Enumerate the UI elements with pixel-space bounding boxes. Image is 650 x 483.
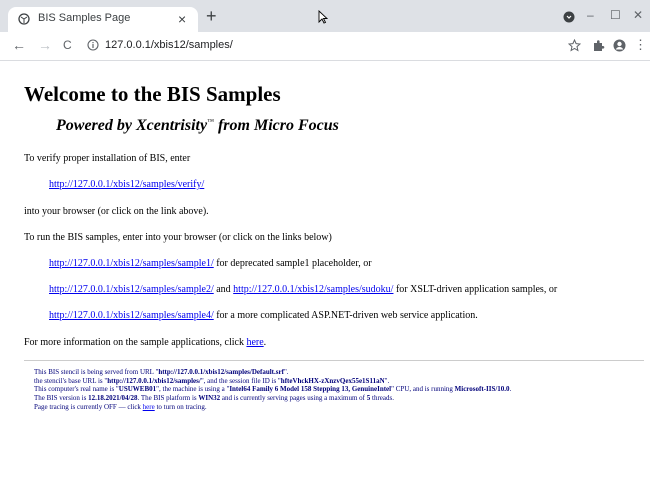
tab-search-icon[interactable] (563, 11, 575, 23)
footer-text: to turn on tracing. (154, 402, 207, 411)
footer-text: and is currently serving pages using a m… (220, 394, 367, 403)
verify-link[interactable]: http://127.0.0.1/xbis12/samples/verify/ (49, 179, 204, 190)
browser-tab[interactable]: BIS Samples Page × (8, 7, 198, 32)
sudoku-link[interactable]: http://127.0.0.1/xbis12/samples/sudoku/ (233, 284, 393, 295)
address-bar[interactable]: 127.0.0.1/xbis12/samples/ (105, 39, 233, 51)
tab-title: BIS Samples Page (38, 12, 131, 24)
verify-intro-text: To verify proper installation of BIS, en… (24, 153, 191, 164)
footer-text: This computer's real name is " (34, 385, 119, 394)
server-info-footer: This BIS stencil is being served from UR… (34, 368, 511, 412)
footer-text: ". (283, 368, 289, 376)
footer-text: This BIS stencil is being served from UR… (34, 368, 159, 376)
trademark-mark: ™ (207, 117, 214, 126)
footer-text: The BIS version is (34, 394, 89, 403)
cpu-name: Intel64 Family 6 Model 158 Stepping 13, … (229, 385, 392, 394)
bookmark-star-icon[interactable] (568, 39, 581, 52)
verify-after-text: into your browser (or click on the link … (24, 206, 209, 217)
run-intro-text: To run the BIS samples, enter into your … (24, 232, 332, 243)
sample4-desc: for a more complicated ASP.NET-driven we… (213, 310, 478, 321)
bis-platform: WIN32 (198, 394, 221, 403)
footer-line-2: the stencil's base URL is "http://127.0.… (34, 377, 511, 386)
more-info-here-link[interactable]: here (246, 337, 263, 348)
more-info-line: For more information on the sample appli… (24, 337, 266, 348)
server-name: Microsoft-IIS/10.0 (454, 385, 510, 394)
sample2-line: http://127.0.0.1/xbis12/samples/sample2/… (49, 284, 557, 295)
footer-text: ". (384, 376, 390, 385)
footer-text: . (509, 385, 512, 394)
sudoku-desc: for XSLT-driven application samples, or (393, 284, 558, 295)
subtitle-vendor: from Micro Focus (213, 117, 339, 134)
sample4-link[interactable]: http://127.0.0.1/xbis12/samples/sample4/ (49, 310, 214, 321)
tracing-here-link[interactable]: here (143, 403, 155, 411)
browser-chrome: BIS Samples Page × + – ☐ ✕ ← → C 127.0.0… (0, 0, 650, 61)
back-button[interactable]: ← (12, 37, 26, 53)
sample1-line: http://127.0.0.1/xbis12/samples/sample1/… (49, 258, 372, 269)
close-window-button[interactable]: ✕ (633, 8, 643, 22)
and-text: and (213, 284, 234, 295)
footer-line-3: This computer's real name is "USUWEB01",… (34, 385, 511, 394)
page-title: Welcome to the BIS Samples (24, 82, 281, 106)
new-tab-button[interactable]: + (206, 7, 217, 25)
minimize-button[interactable]: – (587, 8, 594, 22)
reload-button[interactable]: C (63, 37, 72, 53)
info-icon[interactable] (87, 39, 99, 51)
more-info-period: . (263, 337, 267, 348)
tab-strip: BIS Samples Page × + – ☐ ✕ (0, 0, 650, 32)
stencil-url: http://127.0.0.1/xbis12/samples/Default.… (158, 368, 284, 376)
sample4-line: http://127.0.0.1/xbis12/samples/sample4/… (49, 310, 478, 321)
bis-version: 12.18.2021/04/28 (88, 394, 138, 403)
forward-button[interactable]: → (38, 37, 52, 53)
subtitle-brand: Powered by Xcentrisity (56, 117, 208, 134)
base-url: http://127.0.0.1/xbis12/samples/ (107, 376, 201, 385)
computer-name: USUWEB01 (118, 385, 157, 394)
verify-link-line: http://127.0.0.1/xbis12/samples/verify/ (49, 179, 204, 190)
more-info-text: For more information on the sample appli… (24, 337, 247, 348)
footer-text: threads. (370, 394, 394, 403)
footer-line-1: This BIS stencil is being served from UR… (34, 368, 511, 377)
sample1-desc: for deprecated sample1 placeholder, or (213, 258, 372, 269)
page-subtitle: Powered by Xcentrisity™ from Micro Focus (56, 117, 339, 135)
footer-line-4: The BIS version is 12.18.2021/04/28. The… (34, 394, 511, 403)
footer-text: the stencil's base URL is " (34, 376, 108, 385)
footer-line-5: Page tracing is currently OFF — click he… (34, 403, 511, 412)
profile-avatar-icon[interactable] (613, 39, 626, 52)
session-id: hfteVhckHX-zXnzvQex55e1S11aN (280, 376, 385, 385)
footer-text: ", the machine is using a " (156, 385, 230, 394)
footer-text: ", and the session file ID is " (200, 376, 281, 385)
tab-close-icon[interactable]: × (178, 10, 186, 28)
footer-text: Page tracing is currently OFF — click (34, 402, 143, 411)
maximize-button[interactable]: ☐ (610, 8, 621, 22)
extensions-icon[interactable] (592, 39, 605, 52)
footer-text: . The BIS platform is (137, 394, 199, 403)
sample2-link[interactable]: http://127.0.0.1/xbis12/samples/sample2/ (49, 284, 214, 295)
sample1-link[interactable]: http://127.0.0.1/xbis12/samples/sample1/ (49, 258, 214, 269)
globe-icon (18, 13, 30, 25)
footer-text: " CPU, and is running (391, 385, 455, 394)
browser-toolbar: ← → C 127.0.0.1/xbis12/samples/ ⋮ (0, 32, 650, 61)
mouse-cursor-icon (318, 10, 328, 24)
divider (24, 360, 644, 361)
browser-menu-icon[interactable]: ⋮ (634, 37, 647, 53)
